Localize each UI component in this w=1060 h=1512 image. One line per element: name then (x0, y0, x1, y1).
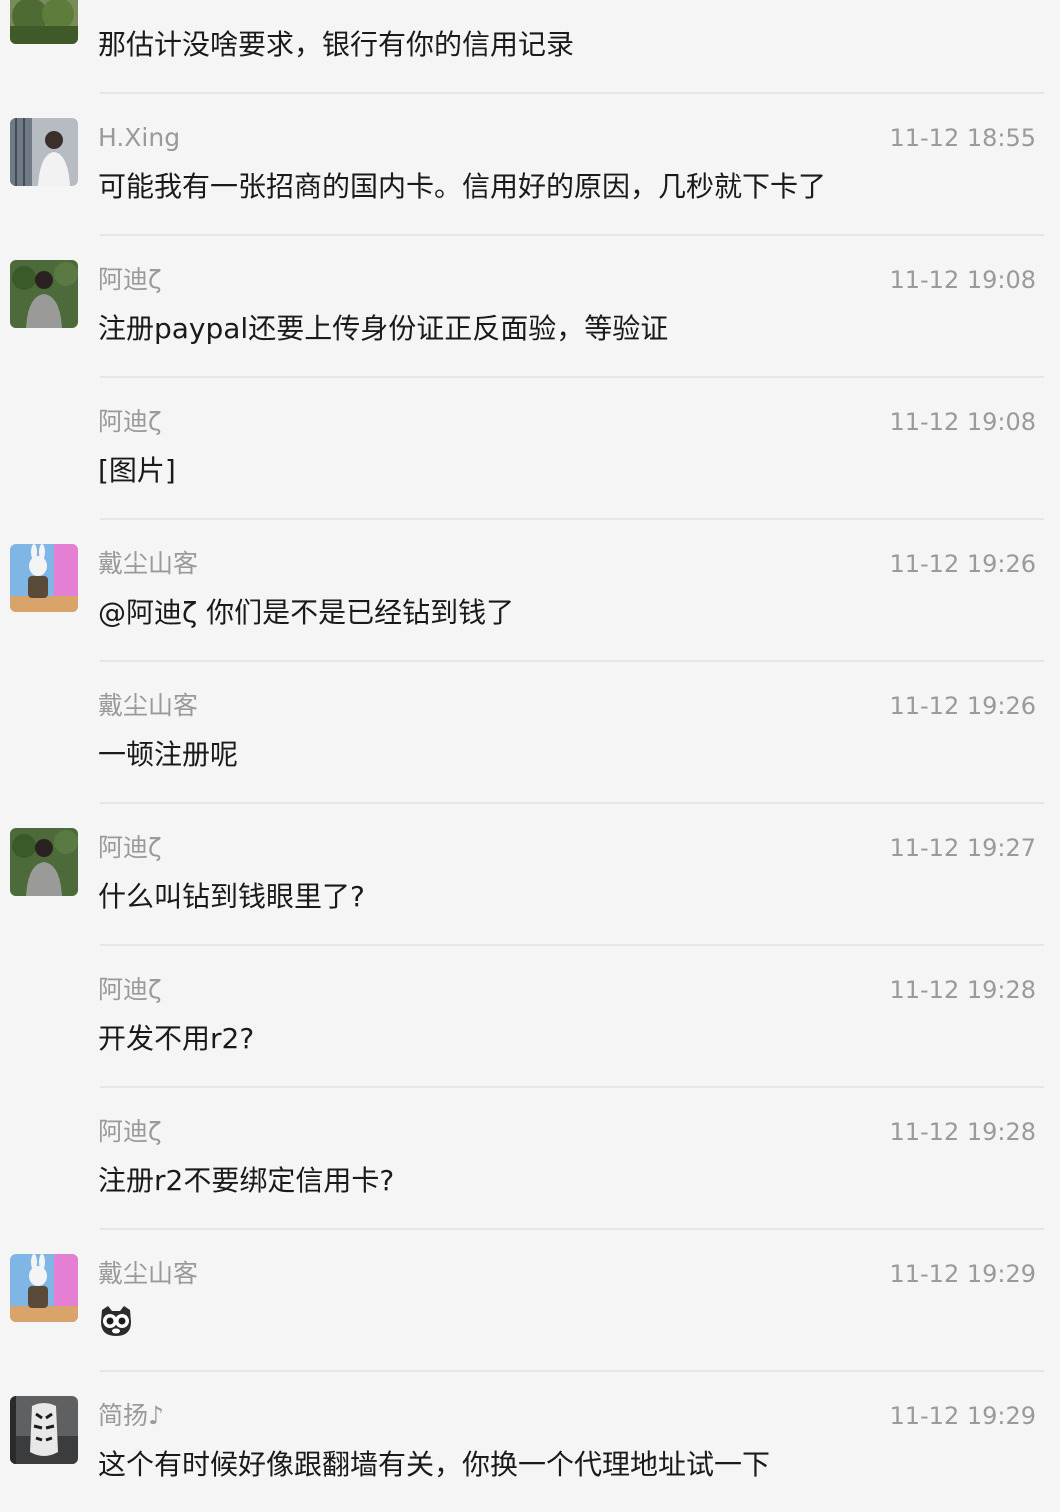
sender-name: H.Xing (98, 123, 181, 152)
sender-name: 简扬♪ (98, 1401, 164, 1430)
message-divider (100, 802, 1044, 804)
message-divider (100, 1228, 1044, 1230)
message-timestamp: 11-12 19:08 (889, 266, 1036, 294)
message-divider (100, 944, 1044, 946)
chat-message[interactable]: 戴尘山客 11-12 19:29 (0, 1228, 1060, 1370)
message-timestamp: 11-12 19:29 (889, 1260, 1036, 1288)
chat-message[interactable]: 阿迪ζ 11-12 19:28 注册r2不要绑定信用卡? (0, 1086, 1060, 1228)
message-divider (100, 234, 1044, 236)
chat-message[interactable]: 戴尘山客 11-12 19:26 一顿注册呢 (0, 660, 1060, 802)
sender-name: 阿迪ζ (98, 265, 162, 294)
message-text: 开发不用r2? (98, 1022, 255, 1055)
tiger-avatar[interactable] (10, 1396, 78, 1464)
message-text: 注册paypal还要上传身份证正反面验，等验证 (98, 312, 669, 345)
sender-name: 戴尘山客 (98, 691, 199, 720)
message-divider (100, 1370, 1044, 1372)
owl-face-emoji (98, 1302, 134, 1338)
message-text: 一顿注册呢 (98, 738, 239, 771)
message-text: 可能我有一张招商的国内卡。信用好的原因，几秒就下卡了 (98, 170, 827, 203)
message-text: 什么叫钻到钱眼里了? (98, 880, 365, 913)
person-gray-shirt-avatar[interactable] (10, 260, 78, 328)
message-divider (100, 376, 1044, 378)
chat-message[interactable]: 阿迪ζ 11-12 19:27 什么叫钻到钱眼里了? (0, 802, 1060, 944)
message-text: @阿迪ζ 你们是不是已经钻到钱了 (98, 596, 515, 629)
message-timestamp: 11-12 19:28 (889, 976, 1036, 1004)
person-white-shirt-avatar[interactable] (10, 118, 78, 186)
chat-message[interactable]: 简扬♪ 11-12 19:29 这个有时候好像跟翻墙有关，你换一个代理地址试一下 (0, 1370, 1060, 1512)
message-text: 这个有时候好像跟翻墙有关，你换一个代理地址试一下 (98, 1448, 771, 1481)
person-gray-shirt-avatar[interactable] (10, 828, 78, 896)
chat-message-list: 那估计没啥要求，银行有你的信用记录 H.Xing 11-12 18:55 可能我… (0, 0, 1060, 1486)
message-timestamp: 11-12 18:55 (889, 124, 1036, 152)
message-text: 注册r2不要绑定信用卡? (98, 1164, 395, 1197)
message-divider (100, 660, 1044, 662)
sender-name: 戴尘山客 (98, 549, 199, 578)
rabbit-warrior-avatar[interactable] (10, 544, 78, 612)
chat-message[interactable]: 阿迪ζ 11-12 19:28 开发不用r2? (0, 944, 1060, 1086)
message-divider (100, 1086, 1044, 1088)
rabbit-warrior-avatar[interactable] (10, 1254, 78, 1322)
chat-message[interactable]: 戴尘山客 11-12 19:26 @阿迪ζ 你们是不是已经钻到钱了 (0, 518, 1060, 660)
message-divider (100, 518, 1044, 520)
message-timestamp: 11-12 19:26 (889, 692, 1036, 720)
message-timestamp: 11-12 19:08 (889, 408, 1036, 436)
chat-message[interactable]: 阿迪ζ 11-12 19:08 [图片] (0, 376, 1060, 518)
chat-message[interactable]: H.Xing 11-12 18:55 可能我有一张招商的国内卡。信用好的原因，几… (0, 92, 1060, 234)
message-timestamp: 11-12 19:26 (889, 550, 1036, 578)
sender-name: 阿迪ζ (98, 975, 162, 1004)
message-timestamp: 11-12 19:27 (889, 834, 1036, 862)
landscape-avatar[interactable] (10, 0, 78, 44)
message-text: 那估计没啥要求，银行有你的信用记录 (98, 28, 575, 61)
chat-message[interactable]: 那估计没啥要求，银行有你的信用记录 (0, 0, 1060, 92)
sender-name: 戴尘山客 (98, 1259, 199, 1288)
message-timestamp: 11-12 19:28 (889, 1118, 1036, 1146)
message-divider (100, 92, 1044, 94)
chat-message[interactable]: 阿迪ζ 11-12 19:08 注册paypal还要上传身份证正反面验，等验证 (0, 234, 1060, 376)
sender-name: 阿迪ζ (98, 407, 162, 436)
sender-name: 阿迪ζ (98, 1117, 162, 1146)
message-timestamp: 11-12 19:29 (889, 1402, 1036, 1430)
sender-name: 阿迪ζ (98, 833, 162, 862)
message-text[interactable]: [图片] (98, 452, 176, 490)
